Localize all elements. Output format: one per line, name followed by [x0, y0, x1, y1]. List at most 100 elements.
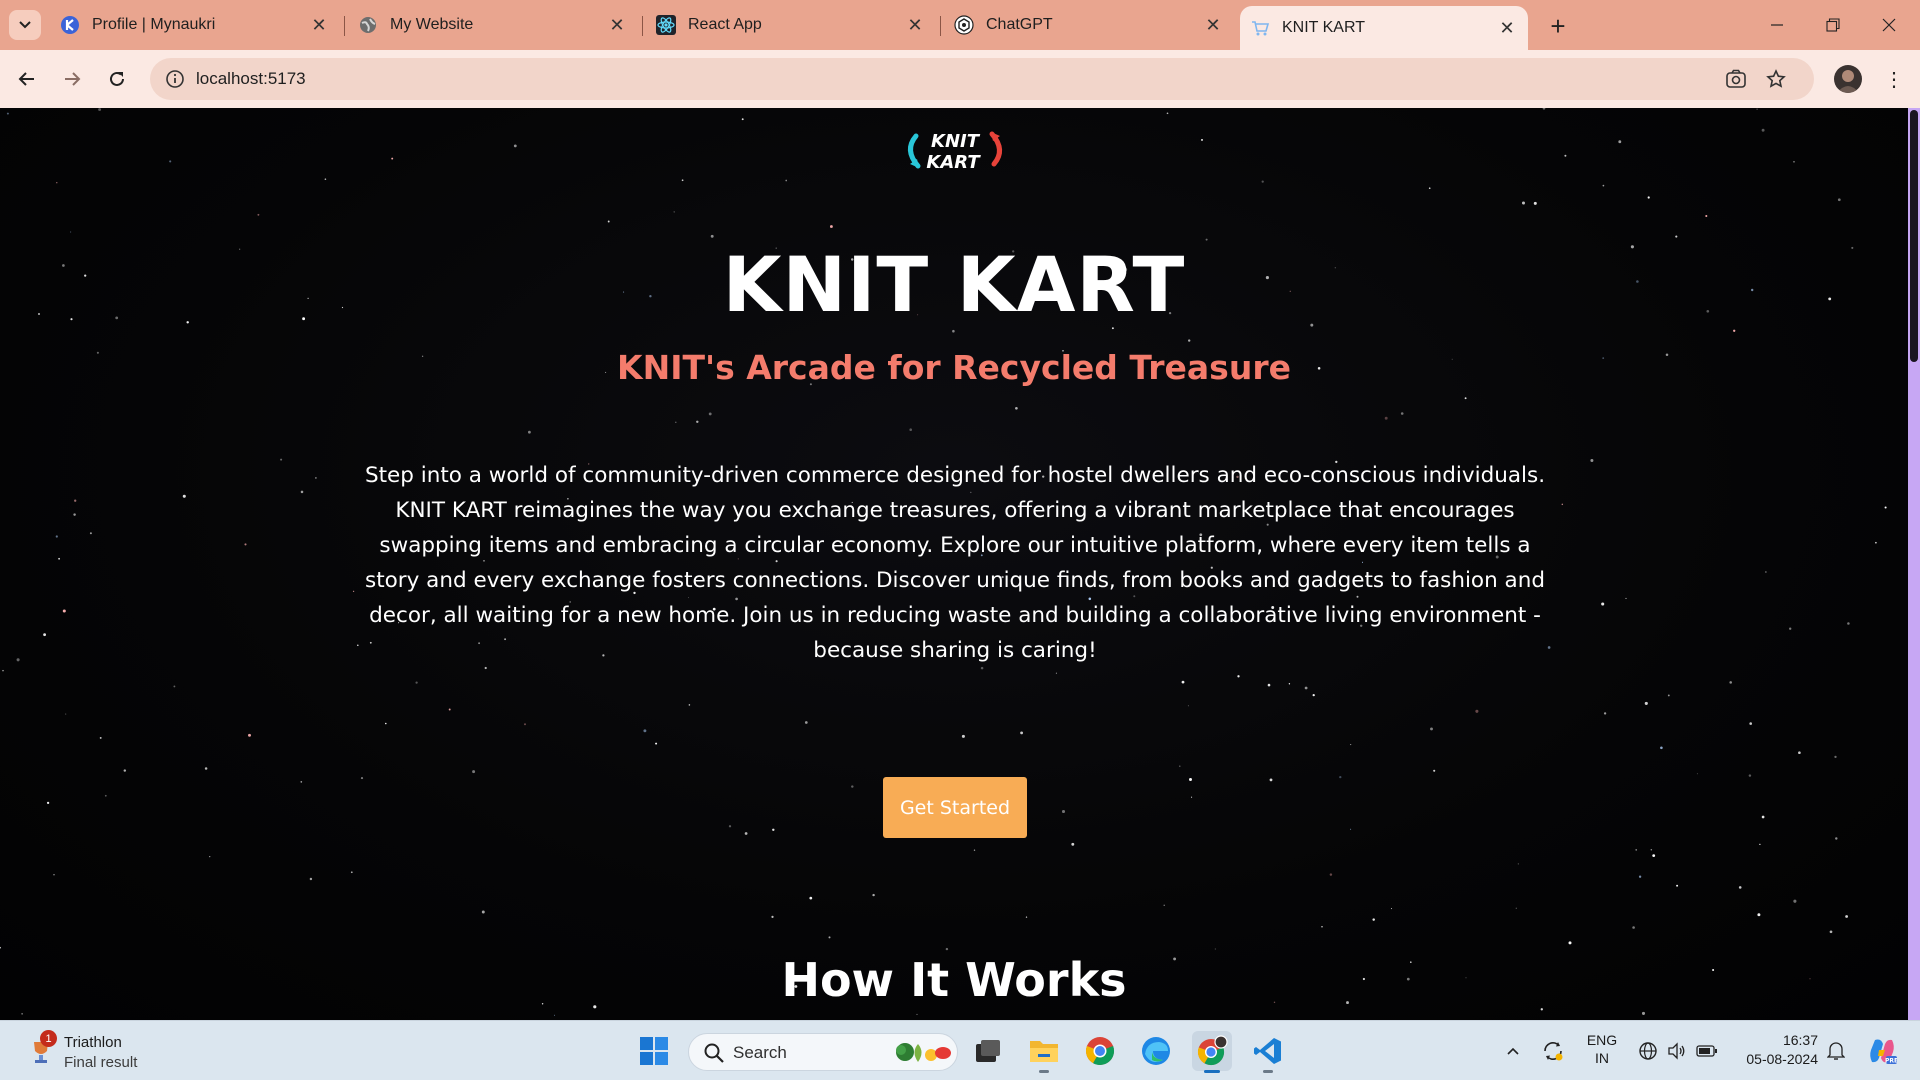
star	[1561, 503, 1564, 506]
copilot-button[interactable]: PRE	[1864, 1033, 1900, 1069]
taskbar-search[interactable]: Search	[688, 1033, 958, 1071]
chrome-taskbar-button[interactable]	[1080, 1031, 1120, 1071]
bookmark-star-icon[interactable]	[1764, 68, 1788, 90]
tab-mynaukri[interactable]: Profile | Mynaukri ✕	[50, 8, 340, 42]
star	[872, 893, 875, 897]
star	[350, 871, 353, 874]
star	[173, 685, 176, 688]
url-text[interactable]: localhost:5173	[196, 69, 306, 89]
restore-icon	[1826, 18, 1840, 32]
battery-tray-button[interactable]	[1694, 1033, 1720, 1069]
star	[851, 785, 854, 788]
reload-button[interactable]	[100, 63, 134, 95]
star	[909, 428, 912, 431]
tab-react-app[interactable]: React App ✕	[646, 8, 936, 42]
clock[interactable]: 16:37 05-08-2024	[1732, 1031, 1818, 1069]
star	[1602, 184, 1605, 187]
star	[99, 736, 102, 739]
star	[1837, 198, 1841, 202]
address-bar[interactable]: localhost:5173	[150, 58, 1814, 100]
minimize-button[interactable]	[1754, 8, 1800, 42]
browser-tab-bar: Profile | Mynaukri ✕ My Website ✕ React …	[0, 0, 1920, 50]
browser-menu-button[interactable]: ⋮	[1882, 64, 1906, 94]
tab-label: React App	[688, 16, 762, 33]
close-icon[interactable]: ✕	[308, 14, 330, 36]
vscode-taskbar-button[interactable]	[1248, 1031, 1288, 1073]
star	[1475, 709, 1479, 713]
edge-taskbar-button[interactable]	[1136, 1031, 1176, 1071]
start-button[interactable]	[634, 1031, 674, 1071]
star	[1181, 680, 1185, 684]
star	[1650, 849, 1653, 851]
region-code: IN	[1595, 1050, 1609, 1066]
news-widget[interactable]: 1 Triathlon Final result	[26, 1027, 226, 1075]
star	[481, 910, 485, 914]
close-icon[interactable]: ✕	[1496, 17, 1518, 39]
star	[1601, 602, 1605, 606]
new-tab-button[interactable]: +	[1544, 11, 1572, 41]
profile-avatar[interactable]	[1834, 65, 1862, 93]
forward-button[interactable]	[55, 63, 89, 95]
minimize-icon	[1771, 24, 1783, 26]
star	[673, 211, 675, 213]
star	[1179, 765, 1181, 767]
star	[961, 734, 965, 738]
star	[70, 231, 72, 233]
restore-button[interactable]	[1810, 8, 1856, 42]
close-icon[interactable]: ✕	[904, 14, 926, 36]
file-explorer-button[interactable]	[1024, 1031, 1064, 1073]
browser-toolbar: localhost:5173 ⋮	[0, 50, 1920, 108]
close-icon[interactable]: ✕	[606, 14, 628, 36]
star	[1390, 908, 1393, 910]
language-code: ENG	[1586, 1032, 1618, 1048]
google-lens-icon[interactable]	[1724, 68, 1748, 90]
widget-title: Triathlon	[64, 1034, 122, 1051]
star	[1647, 196, 1650, 199]
chevron-up-icon	[1507, 1047, 1519, 1055]
star	[728, 825, 732, 828]
network-tray-button[interactable]	[1636, 1033, 1660, 1069]
star	[1288, 683, 1291, 685]
star	[21, 1013, 23, 1015]
search-placeholder: Search	[733, 1043, 787, 1062]
star	[1312, 693, 1315, 697]
get-started-button[interactable]: Get Started	[883, 777, 1027, 838]
task-view-button[interactable]	[968, 1031, 1008, 1071]
star	[98, 108, 102, 111]
tab-divider	[642, 16, 643, 36]
reload-icon	[110, 71, 124, 86]
star	[607, 220, 610, 223]
star	[945, 947, 949, 951]
search-icon	[703, 1042, 725, 1064]
star	[1540, 1008, 1543, 1011]
back-button[interactable]	[10, 63, 44, 95]
star	[360, 777, 364, 780]
star	[1071, 842, 1075, 846]
chrome-profile-taskbar-button[interactable]	[1192, 1031, 1232, 1073]
star	[1237, 675, 1240, 678]
copilot-icon: PRE	[1870, 1039, 1897, 1065]
star	[1696, 773, 1698, 775]
knit-kart-logo[interactable]: KNIT KART	[900, 124, 1010, 176]
language-indicator[interactable]: ENG IN	[1582, 1031, 1622, 1067]
tab-chatgpt[interactable]: ChatGPT ✕	[944, 8, 1234, 42]
scrollbar-thumb[interactable]	[1910, 110, 1918, 362]
tab-knit-kart[interactable]: KNIT KART ✕	[1240, 6, 1528, 50]
volume-tray-button[interactable]	[1664, 1033, 1688, 1069]
show-hidden-icons-button[interactable]	[1500, 1033, 1526, 1069]
close-window-button[interactable]	[1866, 8, 1912, 42]
star	[1590, 459, 1594, 462]
page-scrollbar[interactable]	[1908, 108, 1920, 1020]
star	[244, 543, 247, 546]
globe-icon	[1639, 1042, 1657, 1060]
tab-divider	[940, 16, 941, 36]
site-info-icon[interactable]	[164, 68, 186, 90]
tab-search-button[interactable]	[9, 10, 41, 40]
close-icon[interactable]: ✕	[1202, 14, 1224, 36]
star	[248, 733, 251, 737]
notifications-button[interactable]	[1824, 1033, 1848, 1069]
sync-tray-button[interactable]	[1538, 1033, 1568, 1069]
star	[1759, 843, 1761, 846]
star	[643, 729, 647, 733]
tab-my-website[interactable]: My Website ✕	[348, 8, 638, 42]
